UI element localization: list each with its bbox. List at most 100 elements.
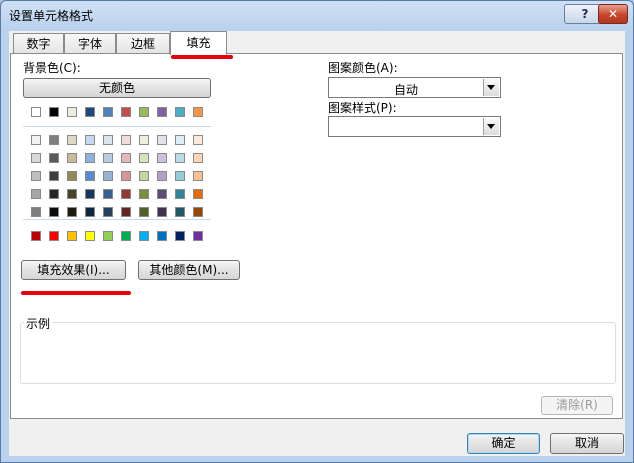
color-swatch[interactable] (193, 231, 203, 241)
color-swatch[interactable] (31, 153, 41, 163)
color-swatch[interactable] (121, 153, 131, 163)
color-swatch[interactable] (67, 135, 77, 145)
color-swatch[interactable] (193, 153, 203, 163)
annotation-underline-tab (171, 55, 233, 59)
pattern-color-value: 自动 (393, 83, 418, 97)
color-swatch[interactable] (139, 153, 149, 163)
annotation-underline-fill-effects (21, 291, 131, 295)
color-swatch[interactable] (85, 107, 95, 117)
color-swatch[interactable] (49, 189, 59, 199)
pattern-style-select[interactable] (328, 116, 501, 137)
color-swatch[interactable] (103, 153, 113, 163)
color-swatch[interactable] (85, 171, 95, 181)
color-swatch[interactable] (193, 135, 203, 145)
tab-fill[interactable]: 填充 (170, 31, 227, 55)
color-swatch[interactable] (103, 207, 113, 217)
color-swatch[interactable] (31, 135, 41, 145)
close-button[interactable]: ✕ (598, 4, 628, 24)
color-swatch[interactable] (157, 231, 167, 241)
color-swatch[interactable] (67, 189, 77, 199)
sample-group (20, 322, 616, 384)
color-swatch[interactable] (193, 189, 203, 199)
color-swatch[interactable] (49, 107, 59, 117)
color-swatch[interactable] (157, 135, 167, 145)
tab-font[interactable]: 字体 (64, 33, 116, 54)
pattern-style-label: 图案样式(P): (328, 101, 397, 115)
color-swatch[interactable] (121, 171, 131, 181)
color-swatch[interactable] (67, 207, 77, 217)
color-swatch[interactable] (139, 207, 149, 217)
color-swatch[interactable] (31, 231, 41, 241)
format-cells-dialog: 设置单元格格式 ? ✕ 数字 字体 边框 填充 背景色(C): 无颜色 填充效果… (0, 0, 634, 463)
clear-button[interactable]: 清除(R) (541, 396, 613, 415)
no-color-button[interactable]: 无颜色 (23, 78, 211, 98)
color-swatch[interactable] (103, 189, 113, 199)
color-swatch[interactable] (121, 231, 131, 241)
color-swatch[interactable] (139, 171, 149, 181)
color-swatch[interactable] (157, 153, 167, 163)
title-bar: 设置单元格格式 ? ✕ (1, 1, 633, 29)
color-swatch[interactable] (67, 107, 77, 117)
color-swatch[interactable] (157, 189, 167, 199)
color-swatch[interactable] (121, 135, 131, 145)
color-swatch[interactable] (193, 107, 203, 117)
color-swatch[interactable] (31, 107, 41, 117)
color-swatch[interactable] (157, 107, 167, 117)
color-swatch[interactable] (85, 207, 95, 217)
color-swatch[interactable] (175, 153, 185, 163)
color-swatch[interactable] (157, 207, 167, 217)
color-swatch[interactable] (139, 107, 149, 117)
dialog-body: 数字 字体 边框 填充 背景色(C): 无颜色 填充效果(I)... 其他颜色(… (9, 31, 625, 456)
color-swatch[interactable] (175, 107, 185, 117)
color-swatch[interactable] (121, 107, 131, 117)
color-swatch[interactable] (121, 189, 131, 199)
background-color-label: 背景色(C): (23, 61, 81, 75)
separator (23, 126, 211, 127)
color-swatch[interactable] (139, 231, 149, 241)
pattern-color-label: 图案颜色(A): (328, 61, 398, 75)
color-swatch[interactable] (103, 135, 113, 145)
more-colors-button[interactable]: 其他颜色(M)... (138, 260, 240, 280)
color-swatch[interactable] (175, 171, 185, 181)
color-swatch[interactable] (85, 231, 95, 241)
color-swatch[interactable] (85, 189, 95, 199)
tab-number[interactable]: 数字 (13, 33, 64, 54)
color-swatch[interactable] (175, 207, 185, 217)
color-swatch[interactable] (49, 171, 59, 181)
color-swatch[interactable] (49, 135, 59, 145)
color-swatch[interactable] (31, 189, 41, 199)
color-swatch[interactable] (31, 171, 41, 181)
color-swatch[interactable] (49, 153, 59, 163)
color-swatch[interactable] (157, 171, 167, 181)
color-swatch[interactable] (103, 107, 113, 117)
color-swatch[interactable] (139, 189, 149, 199)
color-swatch[interactable] (193, 171, 203, 181)
color-swatch[interactable] (85, 153, 95, 163)
color-swatch[interactable] (85, 135, 95, 145)
color-swatch[interactable] (175, 189, 185, 199)
cancel-button[interactable]: 取消 (550, 433, 624, 454)
dropdown-arrow-icon[interactable] (483, 118, 499, 135)
color-swatch[interactable] (193, 207, 203, 217)
color-swatch[interactable] (175, 135, 185, 145)
color-swatch[interactable] (49, 207, 59, 217)
tab-border[interactable]: 边框 (116, 33, 170, 54)
color-swatch[interactable] (175, 231, 185, 241)
dropdown-arrow-icon[interactable] (483, 79, 499, 96)
color-swatch[interactable] (103, 171, 113, 181)
color-swatch[interactable] (49, 231, 59, 241)
color-swatch[interactable] (31, 207, 41, 217)
color-swatch[interactable] (67, 153, 77, 163)
color-swatch[interactable] (139, 135, 149, 145)
sample-label: 示例 (24, 315, 53, 332)
color-swatch[interactable] (121, 207, 131, 217)
color-swatch[interactable] (67, 231, 77, 241)
dialog-title: 设置单元格格式 (9, 9, 94, 23)
pattern-color-select[interactable]: 自动 (328, 77, 501, 98)
fill-effects-button[interactable]: 填充效果(I)... (21, 260, 126, 280)
separator (23, 219, 211, 220)
ok-button[interactable]: 确定 (467, 433, 540, 454)
color-swatch[interactable] (103, 231, 113, 241)
color-swatch[interactable] (67, 171, 77, 181)
fill-tab-panel: 背景色(C): 无颜色 填充效果(I)... 其他颜色(M)... 图案颜色(A… (10, 53, 623, 419)
